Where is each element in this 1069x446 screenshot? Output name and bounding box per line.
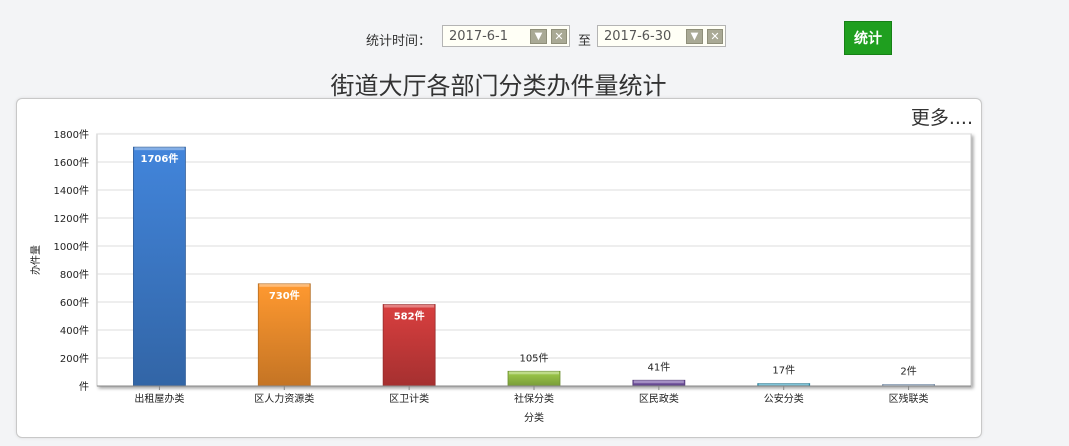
clear-icon[interactable]: ✕: [551, 29, 567, 44]
start-date-field[interactable]: 2017-6-1 ▼ ✕: [442, 25, 570, 47]
y-tick-label: 1400件: [54, 185, 89, 197]
statistics-button[interactable]: 统计: [844, 21, 892, 55]
data-label: 582件: [394, 310, 425, 323]
filter-bar: 统计时间： 2017-6-1 ▼ ✕ 至 2017-6-30 ▼ ✕: [0, 25, 1069, 51]
start-date-value: 2017-6-1: [449, 29, 509, 44]
y-tick-label: 1200件: [54, 213, 89, 225]
data-label: 17件: [772, 365, 795, 377]
bar: [133, 146, 186, 387]
chevron-down-icon[interactable]: ▼: [530, 29, 547, 44]
x-tick-label: 出租屋办类: [134, 392, 184, 405]
data-label: 2件: [900, 366, 916, 378]
x-tick-label: 区残联类: [889, 392, 929, 405]
y-axis-label: 办件量: [29, 245, 42, 275]
bar-highlight: [259, 283, 310, 287]
y-tick-label: 600件: [60, 297, 89, 309]
x-tick-label: 社保分类: [514, 392, 554, 405]
data-label: 1706件: [141, 152, 179, 165]
x-axis-label: 分类: [524, 411, 544, 424]
x-tick-label: 公安分类: [764, 392, 804, 405]
clear-icon[interactable]: ✕: [707, 29, 723, 44]
x-tick-label: 区卫计类: [389, 392, 429, 405]
y-tick-label: 800件: [60, 269, 89, 281]
y-tick-label: 200件: [60, 353, 89, 365]
end-date-value: 2017-6-30: [604, 29, 672, 44]
data-label: 730件: [269, 289, 300, 302]
data-label: 105件: [519, 352, 548, 364]
filter-label: 统计时间：: [366, 34, 432, 49]
y-tick-label: 件: [79, 381, 89, 393]
bar-highlight: [633, 380, 684, 384]
y-tick-label: 400件: [60, 325, 89, 337]
y-tick-label: 1600件: [54, 157, 89, 169]
bar-highlight: [509, 371, 559, 375]
data-label: 41件: [647, 361, 670, 373]
y-tick-label: 1000件: [54, 241, 89, 253]
y-tick-label: 1800件: [54, 129, 89, 141]
x-tick-label: 区民政类: [639, 392, 679, 405]
page-title: 街道大厅各部门分类办件量统计: [330, 72, 667, 100]
bar-highlight: [384, 304, 435, 308]
bar-highlight: [134, 147, 185, 151]
plot-area: [96, 133, 972, 387]
date-range-separator: 至: [578, 34, 592, 49]
bar-chart: 件 200件 400件 600件 800件 1000件 1200件 1400件 1600件 180…: [29, 129, 972, 424]
x-tick-label: 区人力资源类: [254, 392, 314, 405]
chart-panel: 更多.... 件 200件 400件 600件 800件 1000件 1200件 1400件 1…: [16, 98, 982, 438]
end-date-field[interactable]: 2017-6-30 ▼ ✕: [597, 25, 726, 47]
chevron-down-icon[interactable]: ▼: [686, 29, 703, 44]
